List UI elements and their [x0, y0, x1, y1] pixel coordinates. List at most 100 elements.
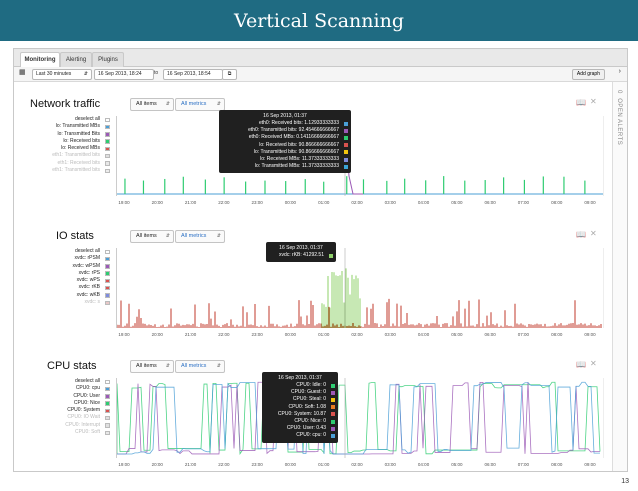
legend-label: CPU0: Nice — [73, 399, 100, 406]
legend-item[interactable]: xvdc: s — [18, 299, 110, 306]
x-tick-label: 21:00 — [184, 462, 197, 467]
legend-item[interactable]: eth1: Transmitted bits — [18, 167, 110, 174]
tooltip-swatch — [344, 150, 348, 155]
open-alerts-count: 0 — [616, 90, 622, 94]
legend-swatch — [105, 256, 110, 262]
tab-alerting[interactable]: Alerting — [60, 52, 92, 67]
items-dropdown-label: All items — [136, 101, 157, 107]
tooltip-swatch — [331, 419, 335, 424]
legend-label: xvdc: wKB — [76, 291, 100, 298]
legend-item[interactable]: lo: Transmitted Bits — [18, 131, 110, 138]
close-icon[interactable]: ✕ — [590, 229, 597, 238]
legend-label: CPU0: User — [73, 392, 100, 399]
legend-item[interactable]: lo: Transmitted MBs — [18, 123, 110, 130]
legend-item[interactable]: xvdc: wPSM — [18, 263, 110, 270]
tooltip-swatch — [331, 412, 335, 417]
legend-item[interactable]: lo: Received MBs — [18, 145, 110, 152]
tooltip-swatch — [331, 405, 335, 410]
book-icon[interactable]: 📖 — [576, 98, 586, 107]
x-tick-label: 23:00 — [251, 332, 263, 337]
legend-label: eth1: Transmitted bits — [52, 152, 100, 159]
legend-swatch — [105, 117, 110, 122]
x-tick-label: 09:00 — [584, 200, 596, 205]
chart-plot-area[interactable] — [116, 116, 604, 196]
chart-plot-area[interactable] — [116, 248, 604, 328]
slide-title-bar: Vertical Scanning — [0, 0, 638, 41]
tooltip-row: lo: Transmitted bits: 90.866666666667 — [219, 149, 351, 156]
legend-item[interactable]: CPU0: System — [18, 407, 110, 414]
tab-plugins[interactable]: Plugins — [92, 52, 124, 67]
add-graph-button[interactable]: Add graph — [571, 69, 605, 80]
x-tick-label: 04:00 — [417, 332, 430, 337]
book-icon[interactable]: 📖 — [576, 360, 586, 369]
tooltip-row: CPU0: Soft: 1.08 — [262, 404, 338, 411]
legend-item[interactable]: lo: Received bits — [18, 138, 110, 145]
x-tick-label: 23:00 — [251, 462, 263, 467]
tooltip-row-label: eth0: Received bits: 1.12933333333 — [258, 120, 339, 126]
items-dropdown[interactable]: All items ⇵ — [130, 360, 174, 373]
tooltip-time: 16 Sep 2013, 01:37 — [278, 375, 322, 381]
legend-item[interactable]: xvdc: wKB — [18, 292, 110, 299]
x-tick-label: 01:00 — [318, 200, 330, 205]
legend-swatch — [105, 124, 110, 130]
time-range-select[interactable]: Last 30 minutes ⇵ — [32, 69, 92, 80]
metrics-dropdown-label: All metrics — [181, 101, 207, 107]
x-tick-label: 01:00 — [318, 332, 330, 337]
x-tick-label: 19:00 — [118, 462, 130, 467]
legend-swatch — [105, 168, 110, 174]
legend-label: CPU0: System — [67, 407, 100, 414]
x-tick-label: 06:00 — [484, 200, 496, 205]
from-date-input[interactable]: 16 Sep 2013, 18:24 — [94, 69, 154, 80]
book-icon[interactable]: 📖 — [576, 230, 586, 239]
x-tick-label: 02:00 — [351, 462, 363, 467]
chart-plot-area[interactable] — [116, 378, 604, 458]
tooltip-row-label: CPU0: Soft: 1.08 — [288, 403, 326, 410]
legend-item[interactable]: deselect all — [18, 378, 110, 385]
x-tick-label: 09:00 — [584, 462, 596, 467]
legend-item[interactable]: deselect all — [18, 116, 110, 123]
legend-item[interactable]: deselect all — [18, 248, 110, 255]
x-tick-label: 20:00 — [151, 332, 163, 337]
legend-item[interactable]: xvdc: rKB — [18, 284, 110, 291]
legend-item[interactable]: CPU0: cpu — [18, 385, 110, 392]
legend-label: deselect all — [74, 116, 100, 122]
monitoring-app: Monitoring Alerting Plugins ▦ Last 30 mi… — [13, 48, 628, 472]
close-icon[interactable]: ✕ — [590, 97, 597, 106]
legend-item[interactable]: eth1: Received bits — [18, 160, 110, 167]
legend-label: deselect all — [74, 248, 100, 254]
legend-item[interactable]: CPU0: Interrupt — [18, 422, 110, 429]
legend-item[interactable]: xvdc: rPSM — [18, 255, 110, 262]
x-tick-label: 00:00 — [284, 332, 297, 337]
legend-item[interactable]: CPU0: IO Wait — [18, 414, 110, 421]
collapse-icon[interactable]: › — [619, 68, 621, 75]
legend-item[interactable]: eth1: Transmitted bits — [18, 152, 110, 159]
legend-item[interactable]: CPU0: User — [18, 393, 110, 400]
alerts-sidebar[interactable]: 0 OPEN ALERTS — [612, 82, 627, 471]
x-tick-label: 07:00 — [517, 200, 530, 205]
legend-label: CPU0: cpu — [75, 385, 100, 392]
legend-item[interactable]: xvdc: rPS — [18, 270, 110, 277]
legend-swatch — [105, 394, 110, 399]
legend-label: CPU0: Interrupt — [65, 421, 100, 428]
tooltip-row-label: CPU0: cpu: 0 — [296, 432, 326, 439]
metrics-dropdown[interactable]: All metrics ⇵ — [175, 230, 225, 243]
to-date-input[interactable]: 16 Sep 2013, 18:54 — [163, 69, 223, 80]
legend-swatch — [105, 264, 110, 269]
items-dropdown[interactable]: All items ⇵ — [130, 230, 174, 243]
close-icon[interactable]: ✕ — [590, 359, 597, 368]
chart-svg — [117, 378, 601, 458]
legend-item[interactable]: xvdc: wPS — [18, 277, 110, 284]
legend-swatch — [105, 300, 110, 306]
calendar-icon[interactable]: ▦ — [19, 68, 26, 76]
tooltip-row: lo: Received MBs: 11.37333333333 — [219, 156, 351, 163]
x-tick-label: 07:00 — [517, 462, 530, 467]
items-dropdown[interactable]: All items ⇵ — [130, 98, 174, 111]
metrics-dropdown[interactable]: All metrics ⇵ — [175, 98, 225, 111]
tab-monitoring[interactable]: Monitoring — [20, 52, 60, 68]
legend-label: lo: Transmitted MBs — [55, 123, 100, 130]
sync-icon[interactable]: ⧉ — [222, 69, 237, 80]
metrics-dropdown[interactable]: All metrics ⇵ — [175, 360, 225, 373]
legend-item[interactable]: CPU0: Nice — [18, 400, 110, 407]
legend-item[interactable]: CPU0: Soft — [18, 429, 110, 436]
panel-legend: deselect all lo: Transmitted MBs lo: Trans… — [18, 116, 110, 174]
